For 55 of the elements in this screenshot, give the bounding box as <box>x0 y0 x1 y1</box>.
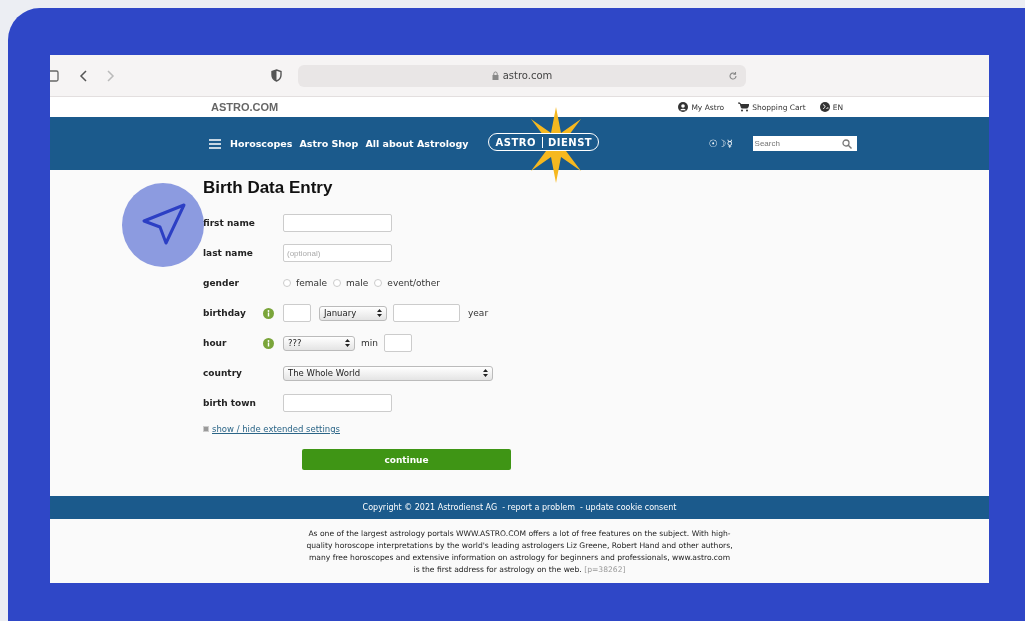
field-label: country <box>203 368 243 378</box>
field-label: min <box>361 338 378 348</box>
month-dropdown[interactable]: January <box>319 305 387 321</box>
footer-link[interactable]: - report a problem <box>502 503 576 512</box>
globe-icon <box>819 102 830 112</box>
shield-icon[interactable] <box>271 69 282 82</box>
lock-icon <box>491 71 499 80</box>
day-field[interactable] <box>283 304 311 322</box>
expand-icon[interactable] <box>203 426 209 432</box>
radio-button[interactable] <box>333 279 342 287</box>
birth-town-field[interactable] <box>283 394 392 412</box>
hour-dropdown[interactable]: ??? <box>283 335 355 351</box>
info-icon[interactable] <box>263 337 274 349</box>
radio-button[interactable] <box>283 279 291 287</box>
reload-icon[interactable] <box>728 70 738 81</box>
country-dropdown[interactable]: The Whole World <box>283 365 493 381</box>
radio-label[interactable]: male <box>346 278 369 288</box>
menu-icon[interactable] <box>209 138 221 149</box>
field-label: last name <box>203 248 254 258</box>
last-name-field[interactable]: (optional) <box>283 244 392 262</box>
account-icon <box>678 102 689 112</box>
page-title: Birth Data Entry <box>203 178 334 198</box>
back-icon[interactable] <box>79 69 89 82</box>
field-label: first name <box>203 218 256 228</box>
field-label: year <box>468 308 489 318</box>
site-name: ASTRO.COM <box>211 101 279 113</box>
minute-field[interactable] <box>384 334 412 352</box>
forward-icon[interactable] <box>105 69 115 82</box>
year-field[interactable] <box>393 304 460 322</box>
astro-symbols[interactable]: ☉☽☿ <box>708 138 733 149</box>
info-icon[interactable] <box>263 307 274 319</box>
footer-link[interactable]: - update cookie consent <box>580 503 677 512</box>
nav-link[interactable]: Astro Shop <box>299 138 359 149</box>
continue-button[interactable]: continue <box>302 449 511 470</box>
field-label: hour <box>203 338 228 348</box>
field-label: birth town <box>203 398 257 408</box>
address-bar[interactable]: astro.com <box>298 64 746 87</box>
dropdown-arrows-icon <box>483 369 488 377</box>
field-label: birthday <box>203 308 247 318</box>
radio-button[interactable] <box>374 279 383 287</box>
dropdown-arrows-icon <box>377 309 382 317</box>
site-logo[interactable]: ASTRO DIENST <box>488 133 600 151</box>
search-field[interactable]: Search <box>752 136 857 151</box>
radio-label[interactable]: female <box>296 278 328 288</box>
nav-link[interactable]: All about Astrology <box>365 138 469 149</box>
search-icon[interactable] <box>841 138 852 149</box>
extended-settings-link[interactable]: show / hide extended settings <box>212 424 340 434</box>
nav-link[interactable]: Horoscopes <box>230 138 293 149</box>
copyright-text: Copyright © 2021 Astrodienst AG <box>362 503 498 512</box>
dropdown-arrows-icon <box>345 339 350 347</box>
sidebar-icon[interactable] <box>50 69 59 82</box>
field-label: gender <box>203 278 240 288</box>
radio-label[interactable]: event/other <box>387 278 440 288</box>
cart-icon <box>738 102 750 112</box>
first-name-field[interactable] <box>283 214 392 232</box>
